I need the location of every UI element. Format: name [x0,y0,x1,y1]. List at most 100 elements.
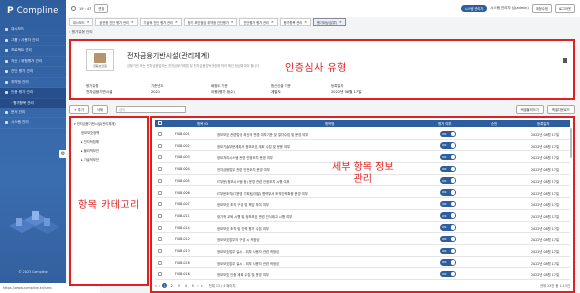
logout-button[interactable]: 로그아웃 [554,4,575,13]
sidebar-item-dashboard[interactable]: 대시보드 [0,25,66,36]
col-name: 항목명 [325,122,335,126]
eval-toggle[interactable]: ON [440,224,456,231]
excel-import-button[interactable]: 엑셀불러오기 [515,104,544,114]
select-all-checkbox[interactable] [158,121,162,125]
page-4[interactable]: 4 [183,283,188,288]
toggle-label: ON [442,248,447,253]
row-checkbox[interactable] [158,260,162,265]
sidebar-subitem-eval-items[interactable]: · 평가항목 관리 [0,98,66,108]
table-row[interactable]: FI0B-007 정보보호 조직 구성 및 책임 부여 여부 ON 2022년 08월… [155,198,570,210]
prev-page-icon[interactable]: ‹ [159,284,160,288]
close-icon[interactable]: ✕ [339,20,342,24]
sidebar-item-certification[interactable]: 인증 평가 관리 [0,88,66,99]
tree-node[interactable]: 정보보호정책 [81,130,99,135]
close-icon[interactable]: ✕ [304,20,307,24]
eval-toggle[interactable]: ON [440,153,456,161]
category-annotation: 항목 카테고리 [78,200,140,211]
close-icon[interactable]: ✕ [87,20,90,24]
close-icon[interactable]: ✕ [271,20,274,24]
eval-toggle[interactable]: ON [440,235,456,243]
eval-toggle[interactable]: ON [440,212,456,219]
scrollbar[interactable] [570,128,572,158]
table-row[interactable]: FI0B-011 정기적 교육 시행 및 정보보호 관련 인식제고 시행 여부 ON… [155,210,570,222]
sidebar-item-documents[interactable]: 문서 관리 [0,108,66,118]
tree-node[interactable]: ▸ 물리적보안 [81,148,99,153]
search-input[interactable]: 검색 [115,105,186,113]
meta-score-basis: 배점도 기준 이행(평가 점수) [211,83,235,95]
tab-eval-target[interactable]: 평가대상(분류) ✕ [312,18,346,26]
page-2[interactable]: 2 [169,283,174,288]
page-5[interactable]: 5 [190,283,195,288]
row-checkbox[interactable] [158,155,162,160]
eval-toggle[interactable]: ON [440,247,456,254]
eval-toggle[interactable]: ON [440,142,456,149]
eval-toggle[interactable]: ON [440,177,456,184]
sidebar-item-projects[interactable]: 프로젝트 관리 [0,46,66,57]
meta-eval-type: 평가유형 전자금융기반시설 [86,83,112,95]
tree-node[interactable]: ▸ 기술적보안 [81,157,99,162]
table-row[interactable]: FI0B-016 정보보호 인증 계획 수립 및 운영 여부 ON 2022년 08월… [155,268,570,281]
sidebar-toggle-icon[interactable]: ⚙ [59,150,67,158]
table-row[interactable]: FI0B-014 정보보호 조직 및 인력 평가 수립 여부 ON 2022년 08월… [155,222,570,234]
table-row[interactable]: FI0B-006 IT부문조직(IT운영 기획팀/개발) 협력부서 조직인력확충 … [155,187,570,199]
tree-node[interactable]: ▸ 전자적침해 [81,139,99,144]
table-row[interactable]: FI0B-013 정보보호업무 실시 - 외부 사용자 관련 적정성 ON 2022년… [155,245,570,257]
row-checkbox[interactable] [158,225,162,230]
delete-button[interactable]: 삭제 [91,104,108,114]
eval-toggle[interactable]: ON [440,200,456,208]
sidebar-item-diagnosis[interactable]: 진단 평가 관리 [0,67,66,78]
logo-mark: P [7,6,14,16]
cell-name: 전자금융업무 관련 안전조치 운영 여부 [217,168,270,173]
category-tree: ▾ 전자금융기반시설(관리체계) 정보보호정책 ▸ 전자적침해 ▸ 물리적보안 … [69,116,149,286]
eval-toggle[interactable]: ON [440,189,456,196]
row-checkbox[interactable] [158,190,162,195]
tab-admin-eval[interactable]: 공관정 진단 평가 관리 ✕ [95,18,138,26]
cell-id: FI0B-001 [175,132,190,136]
eval-toggle[interactable]: ON [440,165,456,173]
row-checkbox[interactable] [158,249,162,253]
extend-session-button[interactable]: 연장 [94,4,109,13]
row-checkbox[interactable] [158,237,162,242]
page-3[interactable]: 3 [176,283,181,288]
first-page-icon[interactable]: « [155,284,157,288]
eval-toggle[interactable]: ON [440,130,456,137]
tab-periodic-check[interactable]: 정기 보안점검 취약점 진단평가 ✕ [183,18,238,26]
eval-toggle[interactable]: ON [440,270,456,278]
cell-date: 2022년 08월 17일 [531,214,559,219]
app-logo[interactable]: P Compline [0,0,66,22]
row-checkbox[interactable] [158,202,162,207]
sidebar-item-assets[interactable]: 자산 / 위험평가 관리 [0,57,66,67]
row-checkbox[interactable] [158,132,162,136]
table-row[interactable]: FI0B-018 정보보호업무 실시 - 외부 사용자 관련 적정성 ON 2022년… [155,257,570,269]
excel-export-button[interactable]: 엑셀다운로드 [546,104,575,114]
trash-icon[interactable] [563,58,567,63]
tree-root[interactable]: ▾ 전자금융기반시설(관리체계) [74,121,116,126]
page-1[interactable]: 1 [162,283,168,288]
sidebar-item-label: 문서 관리 [11,109,26,114]
tab-eval-manage[interactable]: 진단평가 평가 관리 ✕ [239,18,278,26]
tab-eval-items[interactable]: 평가항목 관리 ✕ [279,18,311,26]
table-row[interactable]: FI0B-012 정보보호업무의 구성 시 적정성 ON 2022년 08월 17일 [155,233,570,245]
close-icon[interactable]: ✕ [175,20,178,24]
user-name: 시스템 관리자 님(admin) [490,6,529,10]
next-page-icon[interactable]: › [197,284,198,288]
tab-dashboard[interactable]: 대시보드 ✕ [69,18,94,26]
row-checkbox[interactable] [158,272,162,277]
sidebar-item-label: 프로젝트 관리 [11,48,32,53]
eval-toggle[interactable]: ON [440,259,456,266]
edit-account-button[interactable]: 계정수정 [531,4,552,13]
tab-tech-eval[interactable]: 기술적 진단 평가 관리 ✕ [139,18,182,26]
sidebar-item-system[interactable]: 시스템 관리 [0,118,66,129]
sidebar-item-users[interactable]: 그룹 / 사용자 관리 [0,36,66,46]
close-icon[interactable]: ✕ [131,20,134,24]
row-checkbox[interactable] [158,178,162,183]
row-checkbox[interactable] [158,143,162,148]
row-checkbox[interactable] [158,213,162,218]
add-button[interactable]: + 추가 [69,104,89,114]
table-row[interactable]: FI0B-002 정보기술부문계획서 정보보호 계획 수립 및 운용 여부 ON 20… [155,140,570,152]
row-checkbox[interactable] [158,167,162,172]
table-row[interactable]: FI0B-001 정보보호 관련법규 최신의 변경 여부기준 및 절차수립 및 운… [155,128,570,140]
last-page-icon[interactable]: » [201,284,203,288]
sidebar-item-vulnerability[interactable]: 취약점 관리 [0,78,66,88]
close-icon[interactable]: ✕ [231,20,234,24]
